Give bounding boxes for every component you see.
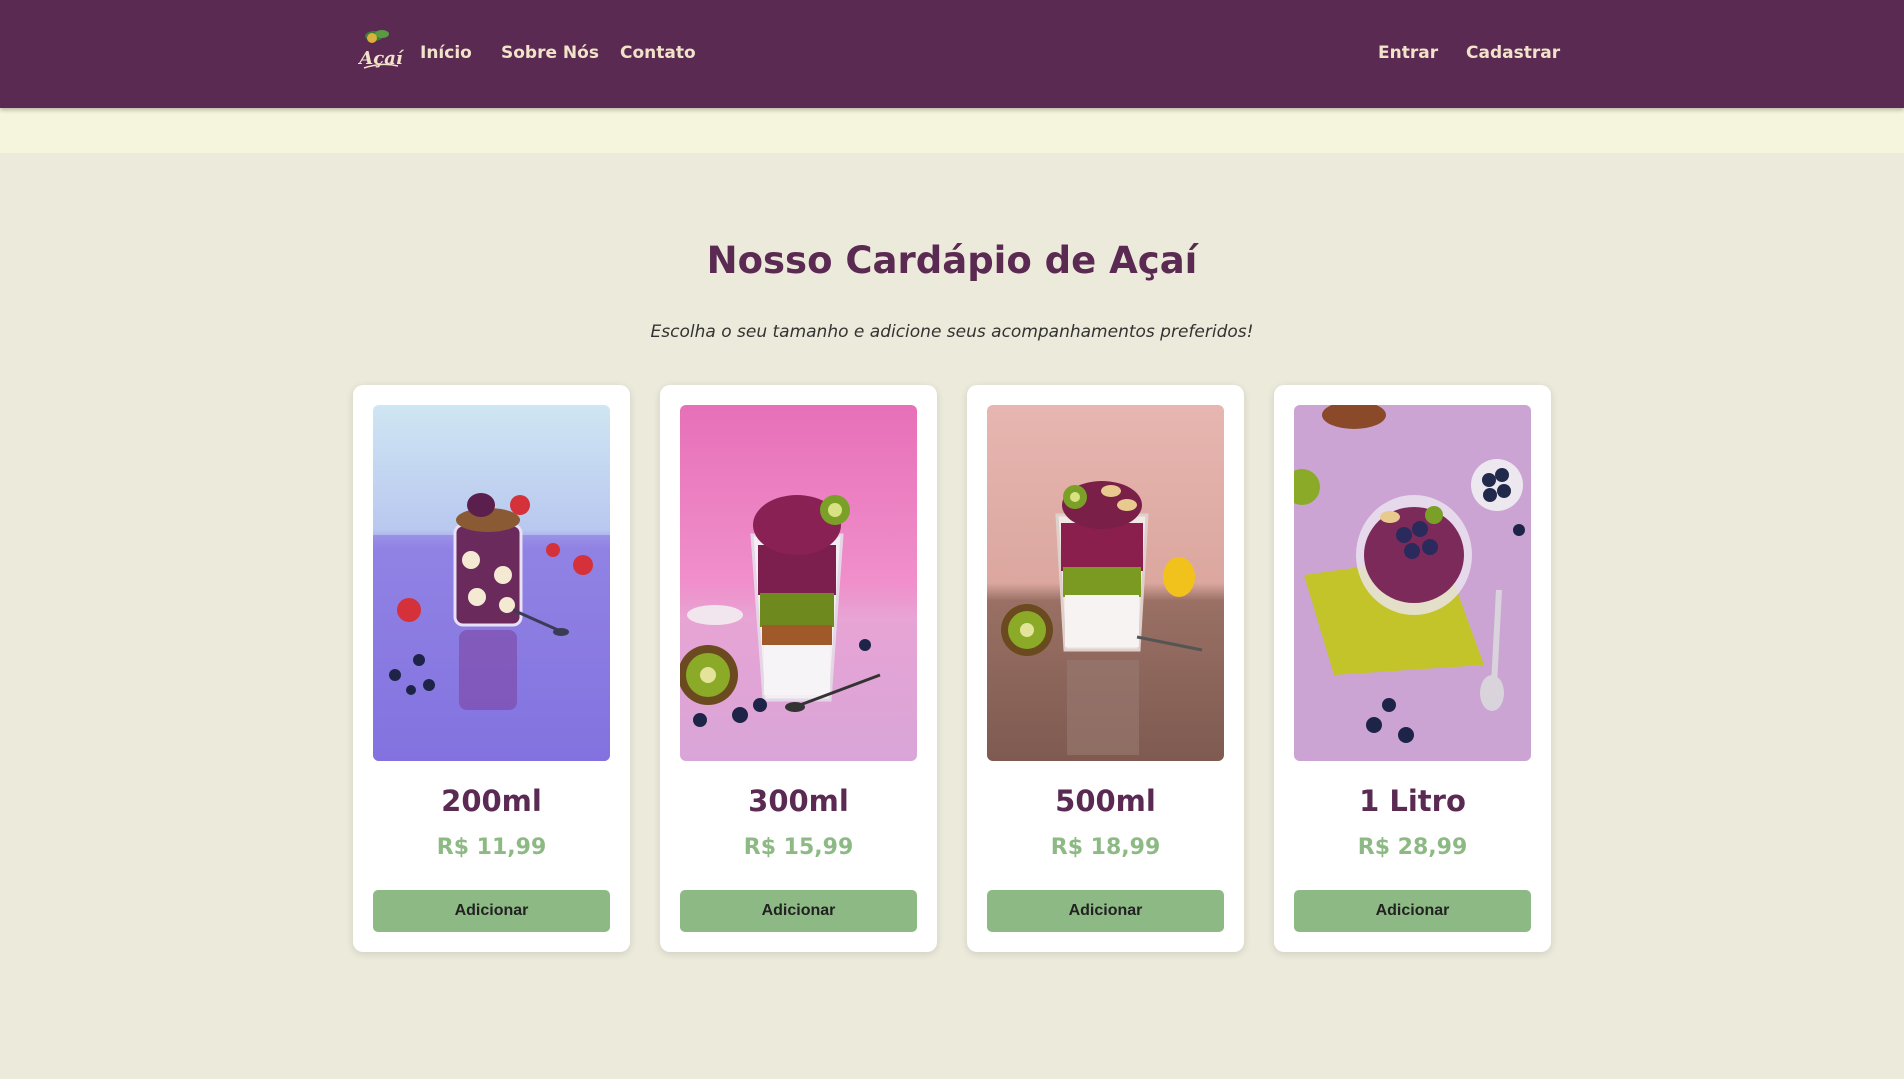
product-price: R$ 28,99 bbox=[1357, 835, 1468, 860]
product-price: R$ 11,99 bbox=[436, 835, 547, 860]
login-link[interactable]: Entrar bbox=[1378, 42, 1438, 64]
nav-link-sobre-nos[interactable]: Sobre Nós bbox=[501, 42, 599, 64]
acai-logo[interactable]: Açaí bbox=[357, 26, 405, 72]
product-price: R$ 15,99 bbox=[743, 835, 854, 860]
product-card-500ml: 500ml R$ 18,99 Adicionar bbox=[967, 385, 1244, 952]
nav-link-contato[interactable]: Contato bbox=[620, 42, 696, 64]
add-button-500ml[interactable]: Adicionar bbox=[987, 890, 1224, 932]
product-image-1-litro bbox=[1294, 405, 1531, 761]
product-size: 500ml bbox=[1055, 784, 1156, 818]
nav-link-inicio[interactable]: Início bbox=[420, 42, 472, 64]
add-button-1-litro[interactable]: Adicionar bbox=[1294, 890, 1531, 932]
add-button-200ml[interactable]: Adicionar bbox=[373, 890, 610, 932]
product-size: 1 Litro bbox=[1359, 784, 1466, 818]
product-card-300ml: 300ml R$ 15,99 Adicionar bbox=[660, 385, 937, 952]
product-image-300ml bbox=[680, 405, 917, 761]
add-button-300ml[interactable]: Adicionar bbox=[680, 890, 917, 932]
banner-strip bbox=[0, 108, 1904, 153]
product-image-500ml bbox=[987, 405, 1224, 761]
product-card-1-litro: 1 Litro R$ 28,99 Adicionar bbox=[1274, 385, 1551, 952]
signup-link[interactable]: Cadastrar bbox=[1466, 42, 1560, 64]
product-card-200ml: 200ml R$ 11,99 Adicionar bbox=[353, 385, 630, 952]
product-price: R$ 18,99 bbox=[1050, 835, 1161, 860]
top-navbar: Açaí Início Sobre Nós Contato Entrar Cad… bbox=[0, 0, 1904, 108]
page-subtitle: Escolha o seu tamanho e adicione seus ac… bbox=[650, 322, 1254, 342]
product-image-200ml bbox=[373, 405, 610, 761]
product-size: 200ml bbox=[441, 784, 542, 818]
page-title: Nosso Cardápio de Açaí bbox=[706, 239, 1198, 282]
product-size: 300ml bbox=[748, 784, 849, 818]
